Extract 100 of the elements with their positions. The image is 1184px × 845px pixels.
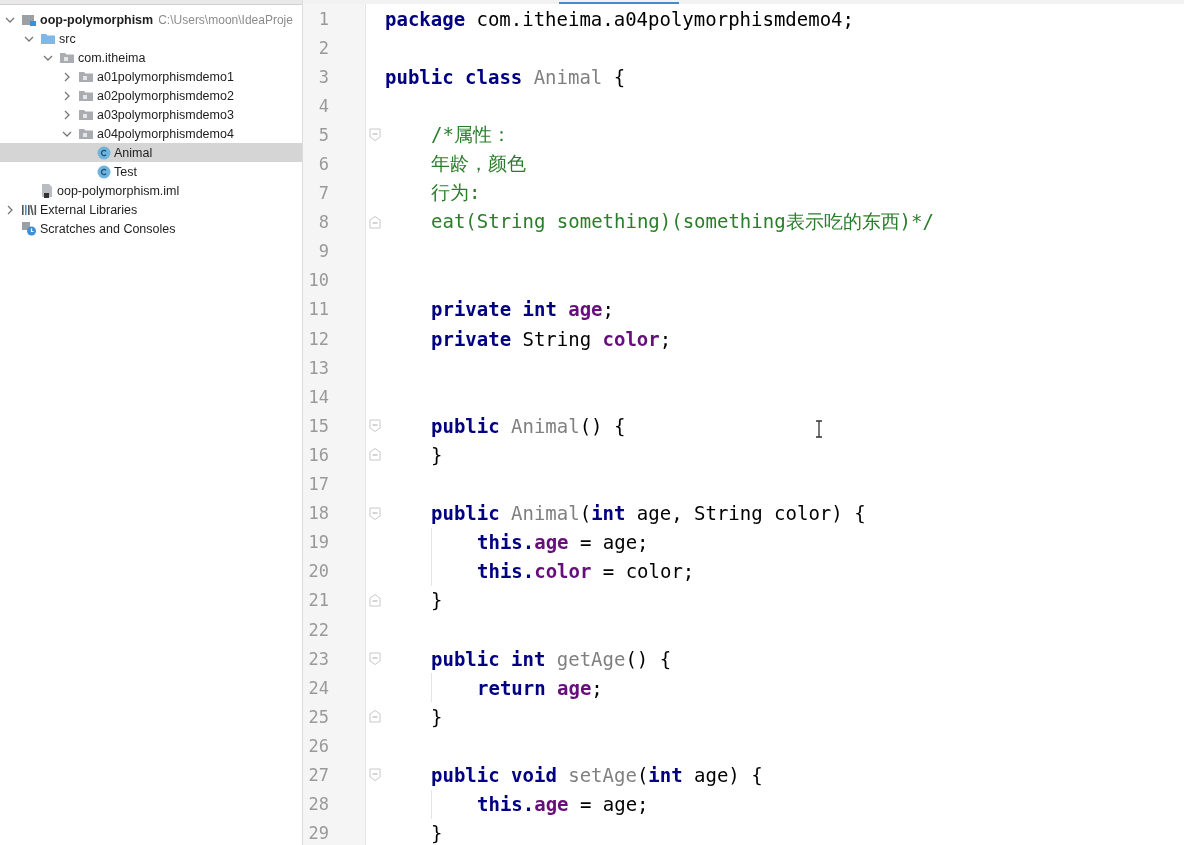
line-number: 6 — [317, 154, 329, 174]
fold-marker-icon[interactable] — [369, 652, 381, 666]
code-token: ; — [659, 327, 672, 350]
code-token: private int — [431, 298, 557, 321]
line-number: 1 — [317, 8, 329, 29]
class-icon — [97, 145, 111, 160]
code-token: package — [385, 7, 466, 30]
tree-item[interactable]: a03polymorphismdemo3 — [0, 105, 302, 124]
code-token: age, String color) { — [636, 502, 866, 525]
fold-marker-icon[interactable] — [369, 768, 381, 782]
module-icon — [21, 12, 37, 27]
tree-item[interactable]: External Libraries — [0, 200, 302, 219]
class-icon — [97, 164, 111, 179]
fold-marker-icon[interactable] — [369, 128, 381, 142]
line-number: 22 — [307, 619, 329, 640]
code-token: } — [431, 589, 443, 612]
fold-marker-icon[interactable] — [369, 506, 381, 520]
fold-marker-icon[interactable] — [369, 710, 381, 724]
tree-item[interactable]: oop-polymorphism C:\Users\moon\IdeaProje — [0, 10, 302, 29]
code-token: age — [534, 531, 569, 554]
library-icon — [21, 203, 37, 216]
folder-icon — [78, 108, 94, 121]
project-path: C:\Users\moon\IdeaProje — [158, 12, 293, 27]
folder-icon — [78, 70, 94, 83]
file-icon — [40, 183, 54, 198]
code-token: Animal — [511, 502, 580, 525]
code-token: () { — [625, 647, 672, 670]
tree-item-label: External Libraries — [40, 202, 138, 217]
line-number: 10 — [307, 270, 329, 291]
code-token: return — [477, 676, 546, 699]
tree-item-label: a02polymorphismdemo2 — [97, 88, 234, 103]
code-token: public — [431, 414, 500, 437]
tree-item-label: Scratches and Consoles — [40, 221, 176, 236]
line-number: 20 — [307, 561, 329, 582]
code-token: ( — [579, 502, 592, 525]
fold-marker-icon[interactable] — [369, 593, 381, 607]
tree-item[interactable]: a04polymorphismdemo4 — [0, 124, 302, 143]
tree-item[interactable]: src — [0, 29, 302, 48]
tree-item-label: Test — [114, 164, 137, 179]
code-token: color — [602, 327, 660, 350]
line-number: 19 — [307, 532, 329, 553]
line-number: 21 — [307, 590, 329, 611]
code-token: getAge — [556, 647, 626, 670]
code-token: String — [522, 327, 592, 350]
code-token: com.itheima.a04polymorphismdemo4; — [476, 7, 854, 30]
line-number: 28 — [307, 794, 329, 815]
code-token: Animal — [511, 414, 580, 437]
code-token: = color; — [602, 560, 695, 583]
fold-marker-icon[interactable] — [369, 215, 381, 229]
code-token: private — [431, 327, 512, 350]
line-number: 11 — [307, 299, 329, 320]
scratches-icon — [21, 221, 37, 236]
folder-icon — [40, 32, 56, 45]
line-number: 18 — [307, 503, 329, 524]
code-token: age) { — [694, 764, 763, 786]
code-token: this. — [477, 560, 535, 583]
tree-item[interactable]: Animal — [0, 143, 302, 162]
code-token: setAge — [568, 764, 637, 786]
code-token: ; — [602, 298, 614, 321]
code-token: ; — [591, 676, 603, 699]
code-token: = age; — [579, 531, 649, 554]
line-number: 15 — [307, 415, 329, 436]
code-token: ( — [636, 764, 649, 786]
line-number: 17 — [307, 474, 329, 495]
code-comment: 年龄，颜色 — [431, 151, 526, 176]
line-number: 29 — [307, 823, 329, 844]
tree-item[interactable]: a01polymorphismdemo1 — [0, 67, 302, 86]
line-number: 3 — [317, 66, 329, 87]
tree-item-label: Animal — [114, 145, 153, 160]
tree-item[interactable]: a02polymorphismdemo2 — [0, 86, 302, 105]
line-number: 13 — [307, 357, 329, 378]
fold-marker-icon[interactable] — [369, 419, 381, 433]
line-number: 14 — [307, 386, 329, 407]
tree-item-label: src — [59, 31, 76, 46]
code-token: public void — [431, 764, 557, 786]
text-cursor-icon — [814, 420, 824, 438]
line-number: 24 — [307, 677, 329, 698]
tree-item-label: a03polymorphismdemo3 — [97, 107, 234, 122]
code-token: int — [591, 502, 626, 525]
line-number: 5 — [317, 124, 329, 145]
line-number: 25 — [307, 706, 329, 727]
code-token: age — [557, 676, 592, 699]
code-token: public class — [385, 65, 523, 88]
tree-item[interactable]: Test — [0, 162, 302, 181]
code-token: int — [648, 764, 683, 786]
tree-item[interactable]: oop-polymorphism.iml — [0, 181, 302, 200]
line-number: 12 — [307, 328, 329, 349]
code-token: age — [568, 298, 603, 321]
code-token: () { — [579, 414, 626, 437]
line-number: 23 — [307, 648, 329, 669]
folder-icon — [78, 89, 94, 102]
tree-item[interactable]: Scratches and Consoles — [0, 219, 302, 238]
code-token: } — [431, 443, 443, 466]
fold-marker-icon[interactable] — [369, 448, 381, 462]
code-token: public int — [431, 647, 546, 670]
tree-item[interactable]: com.itheima — [0, 48, 302, 67]
line-number: 7 — [317, 183, 329, 204]
code-token: age — [534, 793, 569, 816]
tree-item-label: com.itheima — [78, 50, 146, 65]
code-token: { — [613, 65, 626, 88]
